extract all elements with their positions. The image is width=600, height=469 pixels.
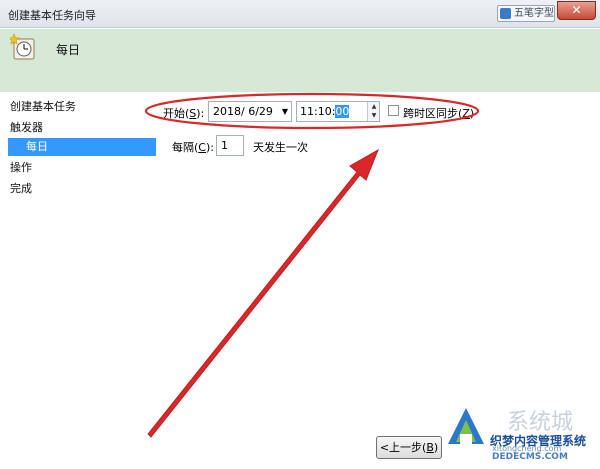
start-time-value: 11:10: (300, 105, 336, 118)
ime-status-badge[interactable]: 五笔字型 (497, 5, 555, 22)
start-date-value: 2018/ 6/29 (213, 105, 273, 118)
close-icon: ✕ (571, 3, 582, 17)
page-title: 每日 (56, 43, 81, 57)
sync-timezone-label[interactable]: 跨时区同步(Z) (403, 105, 474, 121)
sidebar-item-trigger[interactable]: 触发器 (10, 119, 43, 135)
start-label: 开始(S): (163, 107, 205, 120)
interval-suffix-label: 天发生一次 (253, 141, 308, 154)
interval-days-input[interactable]: 1 (216, 135, 244, 156)
scheduled-task-icon (10, 33, 35, 60)
ime-logo-icon (500, 8, 511, 19)
dropdown-arrow-icon[interactable]: ▼ (282, 102, 288, 121)
ime-label: 五笔字型 (514, 8, 554, 19)
sidebar-item-daily[interactable]: 每日 (8, 138, 156, 156)
start-date-picker[interactable]: 2018/ 6/29 ▼ (208, 101, 292, 122)
spin-up-icon[interactable]: ▲ (370, 103, 378, 111)
spin-down-icon[interactable]: ▼ (370, 112, 378, 120)
watermark-url: DEDECMS.COM (492, 452, 568, 462)
title-bar: 创建基本任务向导 五笔字型 ✕ (0, 0, 600, 28)
window-title: 创建基本任务向导 (8, 9, 96, 22)
sync-timezone-checkbox[interactable] (388, 105, 399, 116)
start-time-selected-seconds: 00 (335, 105, 350, 118)
interval-value: 1 (221, 139, 228, 152)
time-spinner[interactable]: ▲ ▼ (367, 102, 379, 121)
back-button[interactable]: <上一步(B) (376, 436, 442, 459)
wizard-header: 每日 (0, 29, 600, 92)
watermark-url-secondary: xitongcheng.com (492, 444, 562, 453)
watermark-logo-icon (448, 408, 484, 444)
annotation-arrow (147, 148, 379, 438)
sidebar-item-create-basic-task[interactable]: 创建基本任务 (10, 98, 76, 114)
sidebar-item-action[interactable]: 操作 (10, 159, 32, 175)
sidebar-item-finish[interactable]: 完成 (10, 180, 32, 196)
start-time-input[interactable]: 11:10:00 ▲ ▼ (296, 101, 380, 122)
interval-label: 每隔(C): (172, 141, 214, 154)
close-button[interactable]: ✕ (557, 1, 596, 20)
